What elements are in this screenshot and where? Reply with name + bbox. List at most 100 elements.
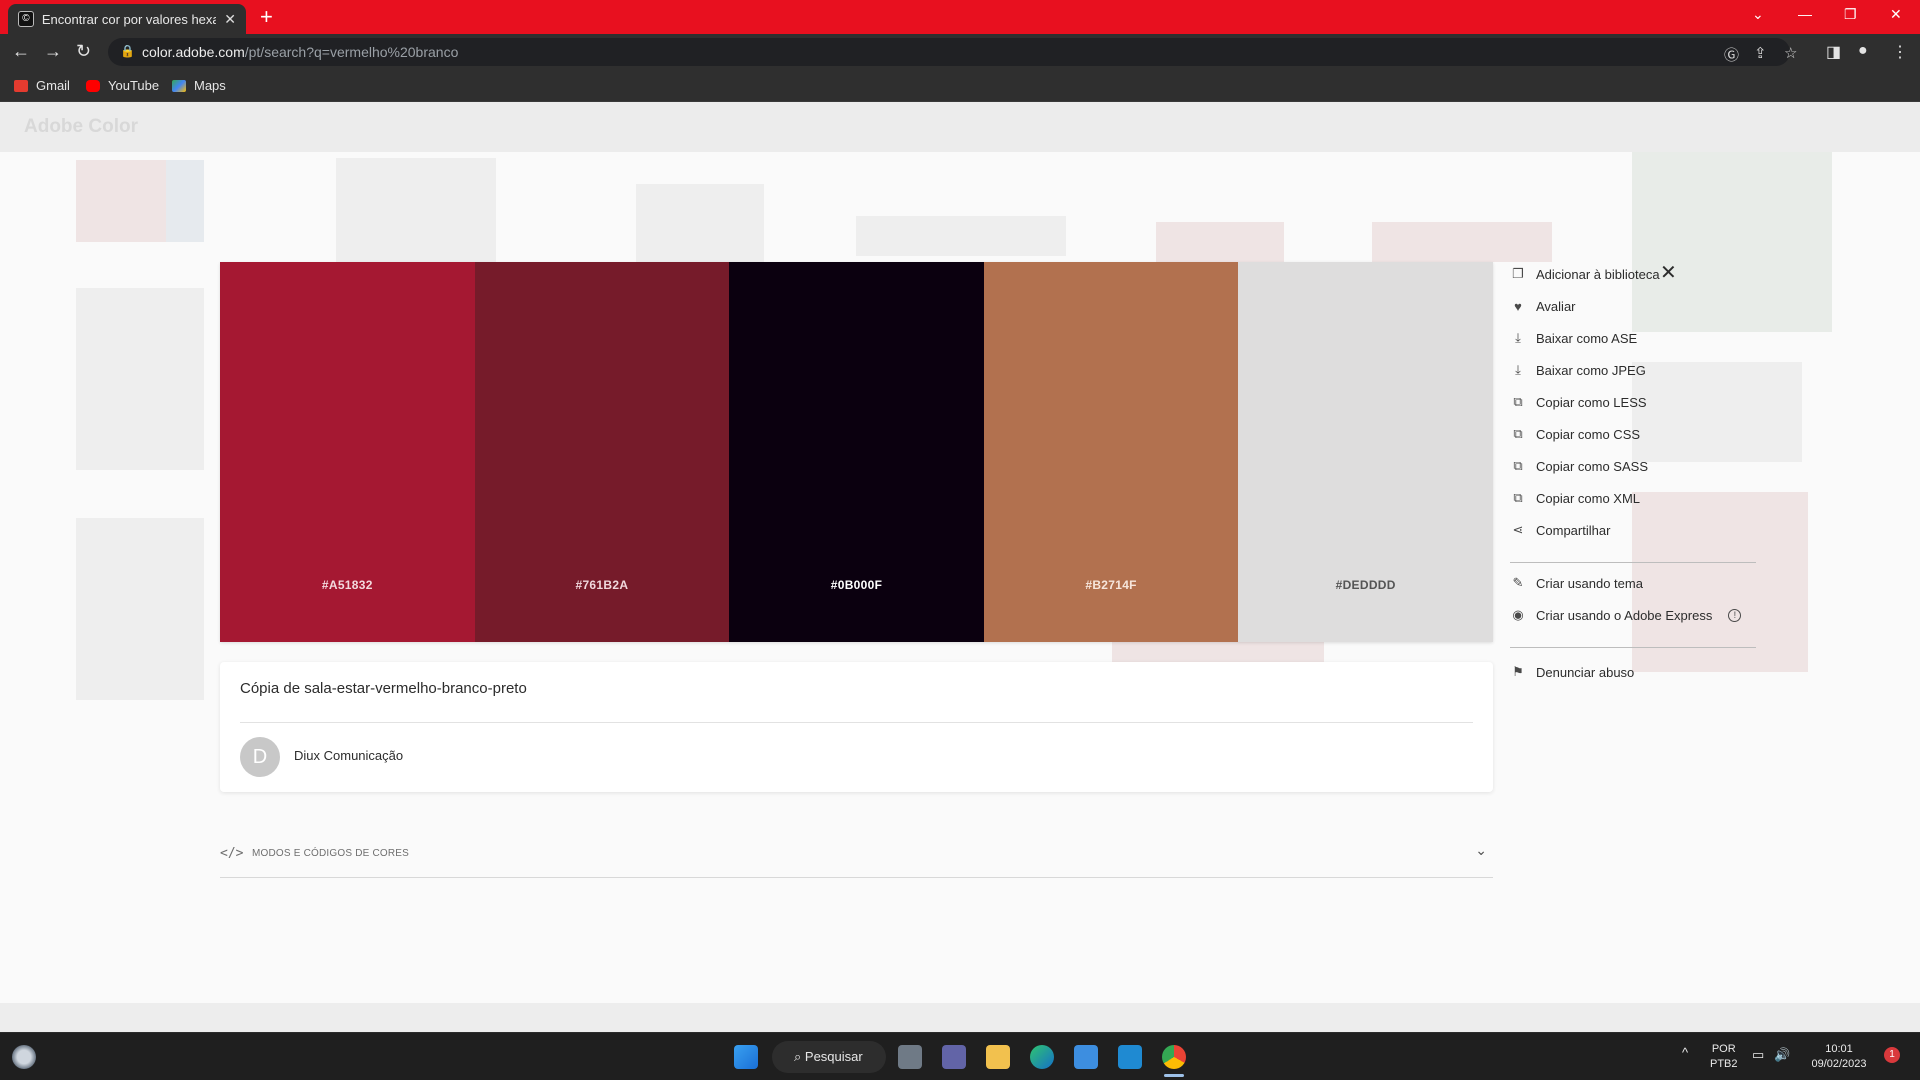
bookmark-star-icon[interactable]: ☆ — [1784, 44, 1797, 62]
volume-icon[interactable]: 🔊 — [1774, 1047, 1790, 1062]
menu-item-copiar-como-xml[interactable]: ⧉ Copiar como XML — [1510, 482, 1756, 514]
weather-widget-icon[interactable] — [12, 1045, 36, 1069]
menu-item-label: Avaliar — [1536, 298, 1576, 314]
back-button[interactable]: ← — [12, 41, 30, 61]
menu-item-baixar-como-jpeg[interactable]: ⤓ Baixar como JPEG — [1510, 354, 1756, 386]
windows-start-icon[interactable] — [734, 1045, 758, 1069]
bookmark-maps[interactable]: Maps — [172, 78, 226, 93]
color-swatch[interactable]: #761B2A — [474, 262, 730, 642]
color-swatch[interactable]: #B2714F — [983, 262, 1239, 642]
teams-chat-icon[interactable] — [942, 1045, 966, 1069]
google-lens-icon[interactable]: Ⓖ — [1724, 44, 1739, 65]
author-name[interactable]: Diux Comunicação — [294, 748, 403, 763]
menu-item-label: Criar usando o Adobe Express — [1536, 607, 1713, 623]
forward-button[interactable]: → — [44, 41, 62, 61]
new-tab-button[interactable]: + — [260, 6, 273, 28]
vscode-icon[interactable] — [1118, 1045, 1142, 1069]
menu-item-denunciar-abuso[interactable]: ⚑ Denunciar abuso — [1510, 656, 1756, 688]
theme-title: Cópia de sala-estar-vermelho-branco-pret… — [240, 680, 527, 697]
profile-icon[interactable]: ● — [1858, 42, 1868, 60]
copy-icon: ⧉ — [1513, 458, 1523, 473]
menu-item-label: Denunciar abuso — [1536, 664, 1635, 680]
active-app-indicator — [1164, 1074, 1184, 1077]
library-icon: ❐ — [1512, 266, 1524, 281]
background-thumbnail — [1156, 222, 1284, 262]
minimize-button[interactable]: — — [1798, 6, 1812, 22]
brush-icon: ✎ — [1512, 575, 1524, 590]
taskbar-search[interactable]: ⌕ Pesquisar — [772, 1041, 886, 1073]
show-hidden-icons-chevron-icon[interactable]: ^ — [1682, 1045, 1688, 1060]
menu-item-criar-usando-o-adobe-express[interactable]: ◉ Criar usando o Adobe Express! — [1510, 599, 1756, 631]
info-icon[interactable]: ! — [1728, 608, 1742, 622]
code-icon: </> — [220, 846, 244, 861]
page-footer — [0, 1003, 1920, 1032]
color-swatch[interactable]: #A51832 — [220, 262, 475, 642]
copy-icon: ⧉ — [1513, 394, 1523, 409]
background-thumbnail — [336, 158, 496, 278]
menu-item-baixar-como-ase[interactable]: ⤓ Baixar como ASE — [1510, 322, 1756, 354]
color-swatch[interactable]: #DEDDDD — [1238, 262, 1493, 642]
share-page-icon[interactable]: ⇪ — [1754, 44, 1767, 62]
background-thumbnail — [636, 184, 764, 264]
bookmark-youtube[interactable]: YouTube — [86, 78, 159, 93]
color-swatch[interactable]: #0B000F — [729, 262, 984, 642]
browser-tab-bar: © Encontrar cor por valores hexade ✕ + ⌄… — [0, 0, 1920, 34]
restore-button[interactable]: ❐ — [1844, 6, 1857, 23]
menu-item-copiar-como-css[interactable]: ⧉ Copiar como CSS — [1510, 418, 1756, 450]
maps-icon — [172, 79, 186, 92]
youtube-icon — [86, 79, 100, 92]
microsoft-store-icon[interactable] — [1074, 1045, 1098, 1069]
browser-tab[interactable]: © Encontrar cor por valores hexade ✕ — [8, 4, 246, 34]
download-icon: ⤓ — [1515, 362, 1521, 377]
theme-actions-menu: ❐ Adicionar à biblioteca ♥ Avaliar ⤓ Baixar c… — [1510, 258, 1756, 688]
window-close-button[interactable]: ✕ — [1890, 6, 1902, 23]
tab-close-icon[interactable]: ✕ — [224, 11, 236, 28]
language-indicator[interactable]: POR PTB2 — [1710, 1042, 1738, 1072]
share-icon: ⋖ — [1512, 522, 1524, 537]
browser-toolbar: ← → ↻ 🔒 color.adobe.com/pt/search?q=verm… — [0, 34, 1920, 70]
menu-item-criar-usando-tema[interactable]: ✎ Criar usando tema — [1510, 567, 1756, 599]
side-panel-icon[interactable]: ◨ — [1826, 42, 1841, 62]
menu-item-label: Copiar como SASS — [1536, 458, 1648, 474]
menu-item-compartilhar[interactable]: ⋖ Compartilhar — [1510, 514, 1756, 546]
avatar[interactable]: D — [240, 737, 280, 777]
file-explorer-icon[interactable] — [986, 1045, 1010, 1069]
swatch-hex-label[interactable]: #DEDDDD — [1238, 578, 1493, 592]
swatch-hex-label[interactable]: #761B2A — [475, 578, 730, 592]
menu-item-adicionar-biblioteca[interactable]: ❐ Adicionar à biblioteca — [1510, 258, 1756, 290]
notification-badge[interactable]: 1 — [1884, 1047, 1900, 1063]
color-palette: #A51832 #761B2A #0B000F #B2714F #DEDDDD — [220, 262, 1493, 642]
divider — [240, 722, 1473, 723]
task-view-icon[interactable] — [898, 1045, 922, 1069]
menu-item-label: Baixar como JPEG — [1536, 362, 1646, 378]
search-icon: ⌕ — [794, 1049, 805, 1064]
menu-item-label: Copiar como XML — [1536, 490, 1641, 506]
gmail-icon — [14, 79, 28, 92]
close-icon[interactable]: ✕ — [1660, 260, 1677, 285]
menu-item-copiar-como-less[interactable]: ⧉ Copiar como LESS — [1510, 386, 1756, 418]
menu-divider — [1510, 562, 1756, 563]
tab-search-chevron-icon[interactable]: ⌄ — [1752, 6, 1764, 23]
clock[interactable]: 10:01 09/02/2023 — [1806, 1042, 1872, 1072]
menu-item-label: Copiar como LESS — [1536, 394, 1647, 410]
network-icon[interactable]: ▭ — [1752, 1047, 1764, 1062]
bookmark-gmail[interactable]: Gmail — [14, 78, 70, 93]
swatch-hex-label[interactable]: #0B000F — [729, 578, 984, 592]
theme-info-card: Cópia de sala-estar-vermelho-branco-pret… — [220, 662, 1493, 792]
background-thumbnail — [76, 288, 204, 470]
menu-item-avaliar[interactable]: ♥ Avaliar — [1510, 290, 1756, 322]
flag-icon: ⚑ — [1512, 664, 1524, 679]
tab-title: Encontrar cor por valores hexade — [41, 11, 217, 27]
swatch-hex-label[interactable]: #A51832 — [220, 578, 475, 592]
chrome-icon[interactable] — [1162, 1045, 1186, 1069]
menu-kebab-icon[interactable]: ⋮ — [1892, 42, 1908, 62]
address-bar[interactable]: 🔒 color.adobe.com/pt/search?q=vermelho%2… — [108, 38, 1797, 66]
color-modes-section[interactable]: </> MODOS E CÓDIGOS DE CORES ⌄ — [220, 842, 1493, 878]
chevron-down-icon[interactable]: ⌄ — [1475, 842, 1487, 859]
reload-button[interactable]: ↻ — [76, 41, 91, 61]
menu-item-copiar-como-sass[interactable]: ⧉ Copiar como SASS — [1510, 450, 1756, 482]
menu-item-label: Compartilhar — [1536, 522, 1611, 538]
swatch-hex-label[interactable]: #B2714F — [984, 578, 1239, 592]
menu-divider — [1510, 647, 1756, 648]
edge-icon[interactable] — [1030, 1045, 1054, 1069]
